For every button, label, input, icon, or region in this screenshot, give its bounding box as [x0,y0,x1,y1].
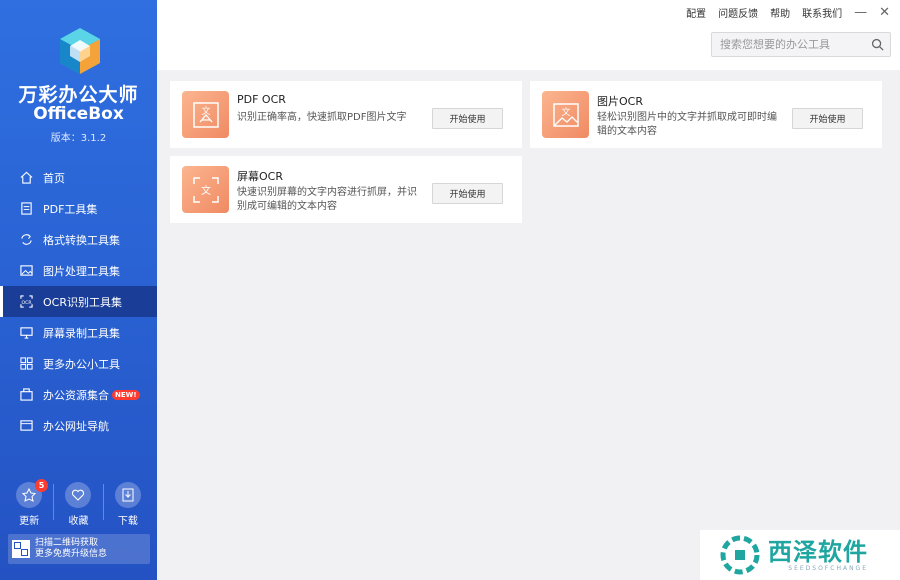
sidebar-item-label: OCR识别工具集 [43,295,122,309]
update-button[interactable]: 5 更新 [7,479,51,527]
sidebar-item-image[interactable]: 图片处理工具集 [0,255,157,286]
sidebar-item-label: 格式转换工具集 [43,233,120,247]
search-icon[interactable] [871,38,884,51]
update-label: 更新 [19,516,40,527]
menu-settings[interactable]: 配置 [686,5,706,20]
top-bar: 配置 问题反馈 帮助 联系我们 — ✕ [157,0,900,70]
start-button[interactable]: 开始使用 [432,108,503,129]
watermark-text: 西泽软件 SEEDSOFCHANGE [768,539,868,572]
monitor-icon [20,327,33,339]
sidebar-item-pdf[interactable]: PDF工具集 [0,193,157,224]
brand-name-cn: 万彩办公大师 [18,84,139,106]
menu-help[interactable]: 帮助 [770,5,790,20]
version-label: 版本：3.1.2 [50,133,107,144]
card-desc: 快速识别屏幕的文字内容进行抓屏，并识别成可编辑的文本内容 [237,187,417,212]
promo-line-2: 更多免费升级信息 [35,549,108,559]
home-icon [20,171,33,184]
resource-icon [20,388,33,401]
search-input[interactable] [720,38,865,51]
sidebar-item-convert[interactable]: 格式转换工具集 [0,224,157,255]
top-menu: 配置 问题反馈 帮助 联系我们 — ✕ [674,5,890,20]
menu-feedback[interactable]: 问题反馈 [718,5,758,20]
menu-contact[interactable]: 联系我们 [802,5,842,20]
watermark-logo-icon [720,535,760,575]
start-button[interactable]: 开始使用 [432,183,503,204]
minimize-button[interactable]: — [854,5,867,20]
pdf-ocr-icon: 文 [182,91,229,138]
divider [53,484,55,520]
sidebar-item-label: 办公资源集合 [43,388,109,402]
brand-name-en: OfficeBox [33,104,124,124]
svg-text:文: 文 [201,184,211,197]
watermark: 西泽软件 SEEDSOFCHANGE [700,530,900,580]
update-count-badge: 5 [35,479,49,492]
sidebar-item-ocr[interactable]: OCR OCR识别工具集 [0,286,157,317]
convert-icon [21,234,32,245]
search-box [711,32,891,57]
card-image-ocr: 文 图片OCR 轻松识别图片中的文字并抓取成可即时编辑的文本内容 开始使用 [530,81,882,148]
new-badge: NEW! [112,389,140,400]
pdf-icon [21,202,32,215]
sidebar-item-label: 首页 [43,171,65,185]
sidebar-item-label: PDF工具集 [43,202,98,216]
sidebar-item-screen-record[interactable]: 屏幕录制工具集 [0,317,157,348]
sidebar-item-label: 屏幕录制工具集 [43,326,120,340]
sidebar-item-home[interactable]: 首页 [0,162,157,193]
start-button[interactable]: 开始使用 [792,108,863,129]
screen-ocr-icon: 文 [182,166,229,213]
card-desc: 轻松识别图片中的文字并抓取成可即时编辑的文本内容 [597,112,777,137]
qr-code-icon [12,540,30,558]
card-title: 图片OCR [597,95,643,108]
promo-text: 扫描二维码获取 更多免费升级信息 [35,538,107,560]
heart-icon [65,482,92,508]
sidebar-item-resources[interactable]: 办公资源集合 NEW! [0,379,157,410]
promo-line-1: 扫描二维码获取 [35,538,99,548]
sidebar-item-label: 办公网址导航 [43,419,109,433]
sidebar-item-label: 图片处理工具集 [43,264,120,278]
browser-icon [20,420,33,431]
image-icon [20,265,33,276]
sidebar-nav: 首页 PDF工具集 格式转换工具集 图片处理工具集 OCR OCR识别工具集 屏… [0,162,157,441]
sidebar-bottom-actions: 5 更新 收藏 下载 [0,479,157,527]
divider [102,484,104,520]
favorite-label: 收藏 [68,516,89,527]
sidebar-item-more-tools[interactable]: 更多办公小工具 [0,348,157,379]
card-desc: 识别正确率高，快速抓取PDF图片文字 [237,112,407,123]
card-title: PDF OCR [237,93,286,106]
watermark-en: SEEDSOFCHANGE [788,564,868,572]
grid-icon [20,357,33,370]
download-icon [114,482,141,508]
close-button[interactable]: ✕ [879,5,890,20]
sidebar-item-web-nav[interactable]: 办公网址导航 [0,410,157,441]
download-button[interactable]: 下载 [106,482,150,527]
card-title: 屏幕OCR [237,170,283,183]
card-pdf-ocr: 文 PDF OCR 识别正确率高，快速抓取PDF图片文字 开始使用 [170,81,522,148]
sidebar-item-label: 更多办公小工具 [43,357,120,371]
download-label: 下载 [117,516,138,527]
qr-promo[interactable]: 扫描二维码获取 更多免费升级信息 [8,534,150,564]
image-ocr-icon: 文 [542,91,589,138]
svg-text:OCR: OCR [21,300,32,306]
ocr-icon: OCR [20,295,33,308]
sidebar: 万彩办公大师 OfficeBox 版本：3.1.2 首页 PDF工具集 格式转换… [0,0,157,580]
officebox-logo-icon [60,28,100,74]
favorite-button[interactable]: 收藏 [56,482,100,527]
svg-text:文: 文 [561,106,570,118]
card-screen-ocr: 文 屏幕OCR 快速识别屏幕的文字内容进行抓屏，并识别成可编辑的文本内容 开始使… [170,156,522,223]
watermark-cn: 西泽软件 [768,537,868,566]
